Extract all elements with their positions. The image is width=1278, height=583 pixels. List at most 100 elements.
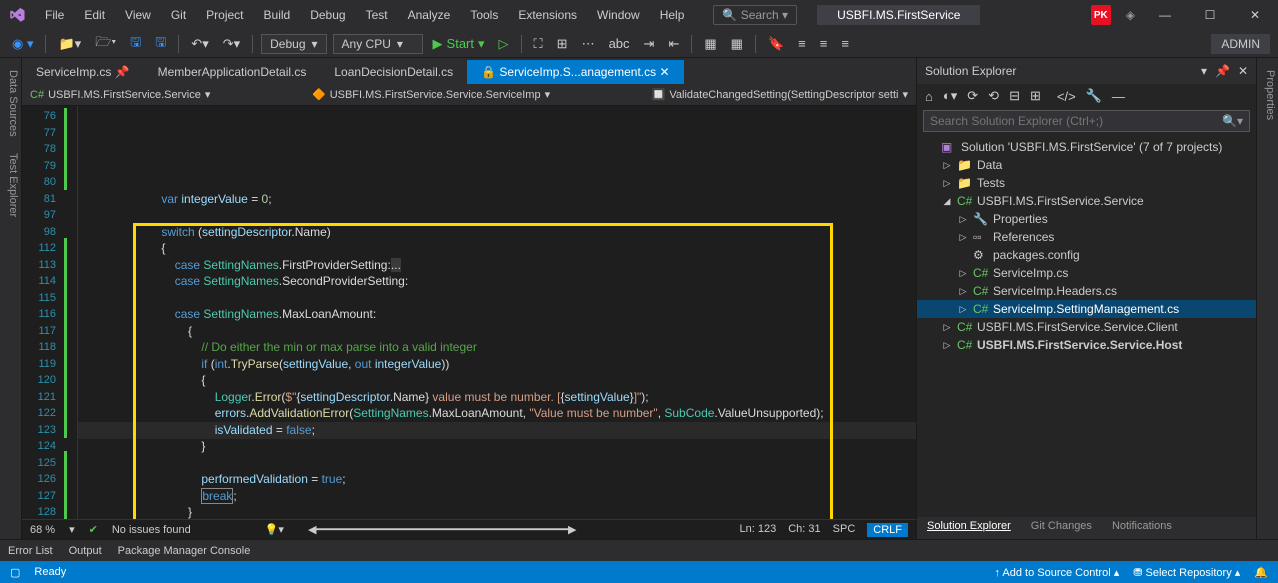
live-share-icon[interactable]: ◈ <box>1126 8 1135 22</box>
menu-analyze[interactable]: Analyze <box>399 4 460 26</box>
menu-window[interactable]: Window <box>588 4 649 26</box>
redo-icon[interactable]: ↷▾ <box>219 34 244 54</box>
tree-item[interactable]: ▷C#ServiceImp.Headers.cs <box>917 282 1256 300</box>
tb-icon[interactable]: ▦ <box>700 34 720 54</box>
indent-indicator[interactable]: SPC <box>833 523 856 537</box>
preview-icon[interactable]: — <box>1112 89 1125 104</box>
pin-icon[interactable]: 📌 <box>1215 64 1230 78</box>
config-dropdown[interactable]: Debug ▾ <box>261 34 326 54</box>
solution-search[interactable]: 🔍▾ <box>923 110 1250 132</box>
lightbulb-icon[interactable]: 💡▾ <box>265 523 284 536</box>
menu-view[interactable]: View <box>116 4 160 26</box>
show-all-icon[interactable]: ⊞ <box>1030 88 1041 104</box>
tb-icon[interactable]: abc <box>605 34 634 53</box>
code-icon[interactable]: </> <box>1057 89 1076 104</box>
switch-views-icon[interactable]: ◐▾ <box>943 88 957 104</box>
open-icon[interactable]: 🗁▾ <box>91 31 120 57</box>
tree-item[interactable]: ▷C#ServiceImp.SettingManagement.cs <box>917 300 1256 318</box>
tb-icon[interactable]: ⇤ <box>664 34 683 54</box>
repository-button[interactable]: ⛃ Select Repository ▴ <box>1133 566 1240 579</box>
code-editor[interactable]: 7677787980819798112113114115116117118119… <box>22 106 916 519</box>
menu-tools[interactable]: Tools <box>461 4 507 26</box>
start-button[interactable]: ▶ Start ▾ <box>429 34 489 54</box>
home-icon[interactable]: ⌂ <box>925 89 933 104</box>
search-icon[interactable]: 🔍▾ <box>1222 114 1243 128</box>
menu-debug[interactable]: Debug <box>301 4 354 26</box>
panel-tab[interactable]: Git Changes <box>1021 517 1102 539</box>
tb-icon[interactable]: ▦ <box>727 34 747 54</box>
close-button[interactable]: ✕ <box>1240 8 1270 22</box>
tb-icon[interactable]: ≡ <box>794 34 810 53</box>
document-tab[interactable]: LoanDecisionDetail.cs <box>320 60 467 84</box>
tree-item[interactable]: ⚙packages.config <box>917 246 1256 264</box>
code-content[interactable]: var integerValue = 0; switch (settingDes… <box>78 106 916 519</box>
zoom-level[interactable]: 68 % <box>30 524 55 536</box>
tb-icon[interactable]: ⋯ <box>578 34 599 54</box>
menu-git[interactable]: Git <box>162 4 195 26</box>
save-icon[interactable]: 🖫 <box>126 31 145 57</box>
document-tab[interactable]: 🔒 ServiceImp.S...anagement.cs ✕ <box>467 60 683 84</box>
dropdown-icon[interactable]: ▾ <box>1201 64 1207 78</box>
tb-icon[interactable]: ⇥ <box>640 34 659 54</box>
nav-namespace[interactable]: C# USBFI.MS.FirstService.Service ▾ <box>30 88 210 101</box>
new-item-icon[interactable]: 📁▾ <box>54 34 85 54</box>
tree-item[interactable]: ▷▫▫References <box>917 228 1256 246</box>
tree-item[interactable]: ▷C#USBFI.MS.FirstService.Service.Client <box>917 318 1256 336</box>
nav-method[interactable]: 🔲 ValidateChangedSetting(SettingDescript… <box>652 88 908 101</box>
menu-build[interactable]: Build <box>255 4 300 26</box>
tb-icon[interactable]: ≡ <box>837 34 853 53</box>
user-avatar[interactable]: PK <box>1091 5 1111 25</box>
document-tab[interactable]: ServiceImp.cs 📌 <box>22 60 144 84</box>
nav-back-icon[interactable]: ◉ ▾ <box>8 34 37 54</box>
tb-icon[interactable]: ≡ <box>816 34 832 53</box>
tb-icon[interactable]: ⛶ <box>530 34 547 54</box>
tree-item[interactable]: ▷🔧Properties <box>917 210 1256 228</box>
menu-extensions[interactable]: Extensions <box>509 4 586 26</box>
solution-root[interactable]: ▣ Solution 'USBFI.MS.FirstService' (7 of… <box>917 138 1256 156</box>
bottom-tab[interactable]: Error List <box>8 545 53 557</box>
undo-icon[interactable]: ↶▾ <box>187 34 212 54</box>
panel-tab[interactable]: Notifications <box>1102 517 1182 539</box>
tree-item[interactable]: ▷C#ServiceImp.cs <box>917 264 1256 282</box>
minimize-button[interactable]: — <box>1150 8 1180 22</box>
pending-changes-icon[interactable]: ⟳ <box>967 88 978 104</box>
platform-dropdown[interactable]: Any CPU ▾ <box>333 34 423 54</box>
tree-item[interactable]: ▷C#USBFI.MS.FirstService.Service.Host <box>917 336 1256 354</box>
panel-tab[interactable]: Solution Explorer <box>917 517 1021 539</box>
bottom-tab[interactable]: Package Manager Console <box>118 545 251 557</box>
output-icon[interactable]: ▢ <box>10 566 20 579</box>
sync-icon[interactable]: ⟲ <box>988 88 999 104</box>
source-control-button[interactable]: ↑ Add to Source Control ▴ <box>994 566 1119 579</box>
menu-edit[interactable]: Edit <box>75 4 114 26</box>
tree-item[interactable]: ▷📁Tests <box>917 174 1256 192</box>
maximize-button[interactable]: ☐ <box>1195 8 1225 22</box>
solution-name[interactable]: USBFI.MS.FirstService <box>817 5 980 25</box>
menu-project[interactable]: Project <box>197 4 252 26</box>
line-indicator[interactable]: Ln: 123 <box>740 523 777 537</box>
menu-help[interactable]: Help <box>651 4 694 26</box>
menu-file[interactable]: File <box>36 4 73 26</box>
tb-icon[interactable]: ⊞ <box>553 34 572 54</box>
tree-item[interactable]: ◢C#USBFI.MS.FirstService.Service <box>917 192 1256 210</box>
tree-item[interactable]: ▷📁Data <box>917 156 1256 174</box>
bookmark-icon[interactable]: 🔖 <box>764 34 788 54</box>
menu-test[interactable]: Test <box>357 4 397 26</box>
start-no-debug-icon[interactable]: ▷ <box>495 34 513 54</box>
document-tab[interactable]: MemberApplicationDetail.cs <box>144 60 321 84</box>
properties-icon[interactable]: 🔧 <box>1086 88 1102 104</box>
solution-search-input[interactable] <box>930 114 1222 128</box>
notifications-icon[interactable]: 🔔 <box>1254 566 1268 579</box>
solution-tree[interactable]: ▣ Solution 'USBFI.MS.FirstService' (7 of… <box>917 134 1256 517</box>
tool-tab[interactable]: Test Explorer <box>0 149 21 221</box>
tool-tab[interactable]: Data Sources <box>0 66 21 141</box>
save-all-icon[interactable]: 🖫 <box>151 31 170 57</box>
bottom-tab[interactable]: Output <box>69 545 102 557</box>
char-indicator[interactable]: Ch: 31 <box>788 523 820 537</box>
issues-status[interactable]: No issues found <box>112 524 191 536</box>
nav-class[interactable]: 🔶 USBFI.MS.FirstService.Service.ServiceI… <box>312 88 550 101</box>
collapse-icon[interactable]: ⊟ <box>1009 88 1020 104</box>
line-ending-indicator[interactable]: CRLF <box>867 523 908 537</box>
search-box[interactable]: 🔍 Search ▾ <box>713 5 797 25</box>
tool-tab[interactable]: Properties <box>1257 66 1278 124</box>
close-icon[interactable]: ✕ <box>1238 64 1248 78</box>
